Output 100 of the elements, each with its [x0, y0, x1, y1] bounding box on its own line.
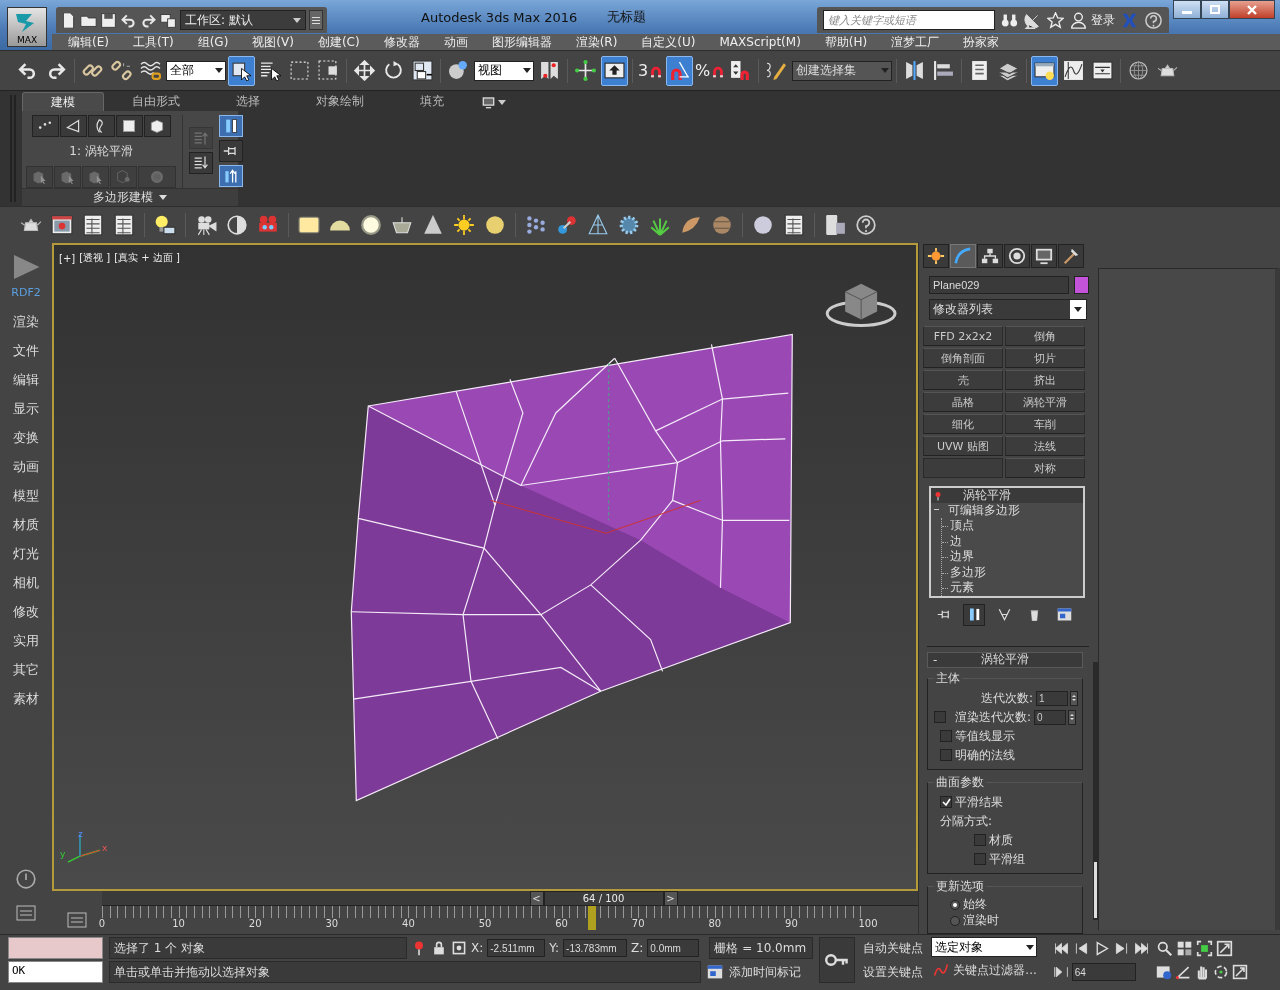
sidebar-item[interactable]: 模型 — [13, 481, 39, 510]
menu-item[interactable]: 组(G) — [185, 34, 241, 50]
modifier-button[interactable]: 倒角 — [1005, 326, 1085, 346]
snap-toggle-button[interactable]: % — [695, 55, 726, 86]
workspace-dropdown[interactable]: 工作区: 默认 — [180, 10, 306, 30]
field-label: 迭代次数: — [980, 689, 1033, 707]
ribbon-tab[interactable]: 填充 — [392, 92, 472, 111]
dropdown[interactable]: 视图 — [474, 60, 534, 81]
menu-item[interactable]: 渲梦工厂 — [879, 34, 952, 50]
menu-item[interactable]: 编辑(E) — [56, 34, 121, 50]
sidebar-item[interactable]: 渲染 — [13, 307, 39, 336]
stack-subobject-item[interactable]: 元素 — [942, 580, 974, 596]
ribbon-tab[interactable]: 对象绘制 — [288, 92, 392, 111]
ribbon-tab[interactable]: 选择 — [208, 92, 288, 111]
viewport[interactable]: [+] [透视 ] [真实 + 边面 ] z y x — [52, 243, 918, 891]
listener-output: OK — [8, 961, 103, 983]
axis-label: y — [60, 849, 66, 859]
sidebar-item[interactable]: 其它 — [13, 655, 39, 684]
axis-label: x — [102, 843, 108, 853]
menu-item[interactable]: 图形编辑器 — [479, 34, 564, 50]
sidebar-item[interactable]: 灯光 — [13, 539, 39, 568]
sidebar-item[interactable]: 变换 — [13, 423, 39, 452]
coordinate-label: Z: — [631, 941, 644, 955]
menu-item[interactable]: 渲染(R) — [563, 34, 630, 50]
dropdown[interactable]: 全部 — [166, 60, 226, 81]
panel-title-button[interactable]: 多边形建模 — [22, 188, 238, 206]
menu-item[interactable]: 自定义(U) — [629, 34, 708, 50]
prompt-text: 单击或单击并拖动以选择对象 — [109, 961, 701, 983]
number-field[interactable]: 1 — [1036, 690, 1068, 706]
menu-item[interactable]: 动画 — [431, 34, 480, 50]
sidebar-item[interactable]: 实用 — [13, 626, 39, 655]
dropdown[interactable]: 创建选择集 — [792, 60, 893, 81]
sidebar-item[interactable]: 动画 — [13, 452, 39, 481]
menu-item[interactable]: 扮家家 — [951, 34, 1012, 50]
viewport-label-menu[interactable]: [真实 + 边面 ] — [114, 251, 180, 265]
y-coordinate-field[interactable]: -13.783mm — [563, 939, 628, 957]
modifier-stack[interactable]: 涡轮平滑 可编辑多边形 顶点 边 边界 多边形 元素 — [929, 486, 1085, 598]
modifier-button[interactable]: 切片 — [1005, 348, 1085, 368]
frame-number: 10 — [172, 918, 185, 929]
modifier-button[interactable]: 车削 — [1005, 414, 1085, 434]
sidebar-item[interactable]: 相机 — [13, 568, 39, 597]
menu-item[interactable]: 帮助(H) — [812, 34, 880, 50]
stack-item[interactable]: 涡轮平滑 — [931, 488, 1083, 503]
modifier-button[interactable]: FFD 2x2x2 — [923, 326, 1003, 346]
ribbon-tab[interactable]: 自由形式 — [104, 92, 208, 111]
sidebar-item[interactable]: 修改 — [13, 597, 39, 626]
menu-item[interactable]: 修改器 — [371, 34, 432, 50]
snap-toggle-button[interactable]: 3 — [637, 55, 664, 86]
login-button[interactable]: 登录 — [1070, 11, 1115, 29]
menu-item[interactable]: 创建(C) — [305, 34, 372, 50]
menu-item[interactable]: MAXScript(M) — [707, 34, 813, 50]
viewport-label-menu[interactable]: [+] — [59, 251, 76, 265]
menu-item[interactable]: 视图(V) — [240, 34, 306, 50]
stack-subobject-item[interactable]: 边界 — [942, 549, 974, 565]
modifier-button[interactable]: 挤出 — [1005, 370, 1085, 390]
coordinate-label: Y: — [549, 941, 560, 955]
modifier-button[interactable]: 法线 — [1005, 436, 1085, 456]
sidebar-item[interactable]: 编辑 — [13, 365, 39, 394]
sidebar-item[interactable]: 素材 — [13, 684, 39, 713]
grid-size: 栅格 = 10.0mm — [709, 937, 814, 959]
modifier-button[interactable]: 倒角剖面 — [923, 348, 1003, 368]
app-menu-button[interactable]: MAX — [7, 7, 47, 47]
frame-counter: 64 / 100 — [543, 891, 664, 906]
sidebar-item[interactable]: 文件 — [13, 336, 39, 365]
frame-number: 20 — [248, 918, 262, 929]
number-field[interactable]: 0 — [1034, 709, 1067, 725]
modifier-list-dropdown[interactable]: 修改器列表 — [929, 299, 1087, 320]
x-coordinate-field[interactable]: -2.511mm — [487, 939, 546, 957]
group-title: 曲面参数 — [935, 773, 985, 791]
time-slider-thumb[interactable]: < 64 / 100 > — [529, 891, 678, 906]
stack-subobject-item[interactable]: 顶点 — [942, 518, 974, 534]
stack-subobject-item[interactable]: 多边形 — [942, 564, 986, 580]
ribbon-tab[interactable]: 建模 — [22, 92, 104, 111]
radio-label: 始终 — [963, 896, 987, 913]
z-coordinate-field[interactable]: 0.0mm — [647, 939, 700, 957]
rollout-header[interactable]: - 涡轮平滑 — [927, 651, 1083, 668]
frame-number: 70 — [631, 918, 645, 929]
modifier-button[interactable]: 对称 — [1005, 458, 1085, 478]
sidebar-item[interactable]: 材质 — [13, 510, 39, 539]
stack-item[interactable]: 可编辑多边形 — [931, 503, 1083, 518]
modifier-button[interactable]: 壳 — [923, 370, 1003, 390]
sidebar-item[interactable]: 显示 — [13, 394, 39, 423]
modifier-button[interactable]: 细化 — [923, 414, 1003, 434]
viewport-label-menu[interactable]: [透视 ] — [79, 251, 111, 265]
frame-number: 0 — [98, 918, 106, 929]
search-field[interactable]: 键入关键字或短语 — [823, 10, 995, 30]
frame-number: 90 — [785, 918, 798, 929]
group-title: 主体 — [935, 669, 961, 687]
key-mode-dropdown[interactable]: 选定对象 — [931, 937, 1038, 957]
checkbox-label: 平滑组 — [989, 850, 1025, 868]
menu-item[interactable]: 工具(T) — [120, 34, 186, 50]
object-name-field[interactable]: Plane029 — [929, 276, 1069, 294]
stack-subobject-item[interactable]: 边 — [942, 533, 962, 549]
modifier-button[interactable]: 晶格 — [923, 392, 1003, 412]
checkbox-label: 等值线显示 — [955, 727, 1015, 745]
current-frame-field[interactable]: 64 — [1071, 963, 1136, 981]
modifier-button[interactable]: UVW 贴图 — [923, 436, 1003, 456]
previous-frame-button[interactable]: < — [529, 891, 544, 906]
time-tag-button[interactable]: 添加时间标记 — [705, 963, 801, 981]
modifier-button[interactable]: 涡轮平滑 — [1005, 392, 1085, 412]
